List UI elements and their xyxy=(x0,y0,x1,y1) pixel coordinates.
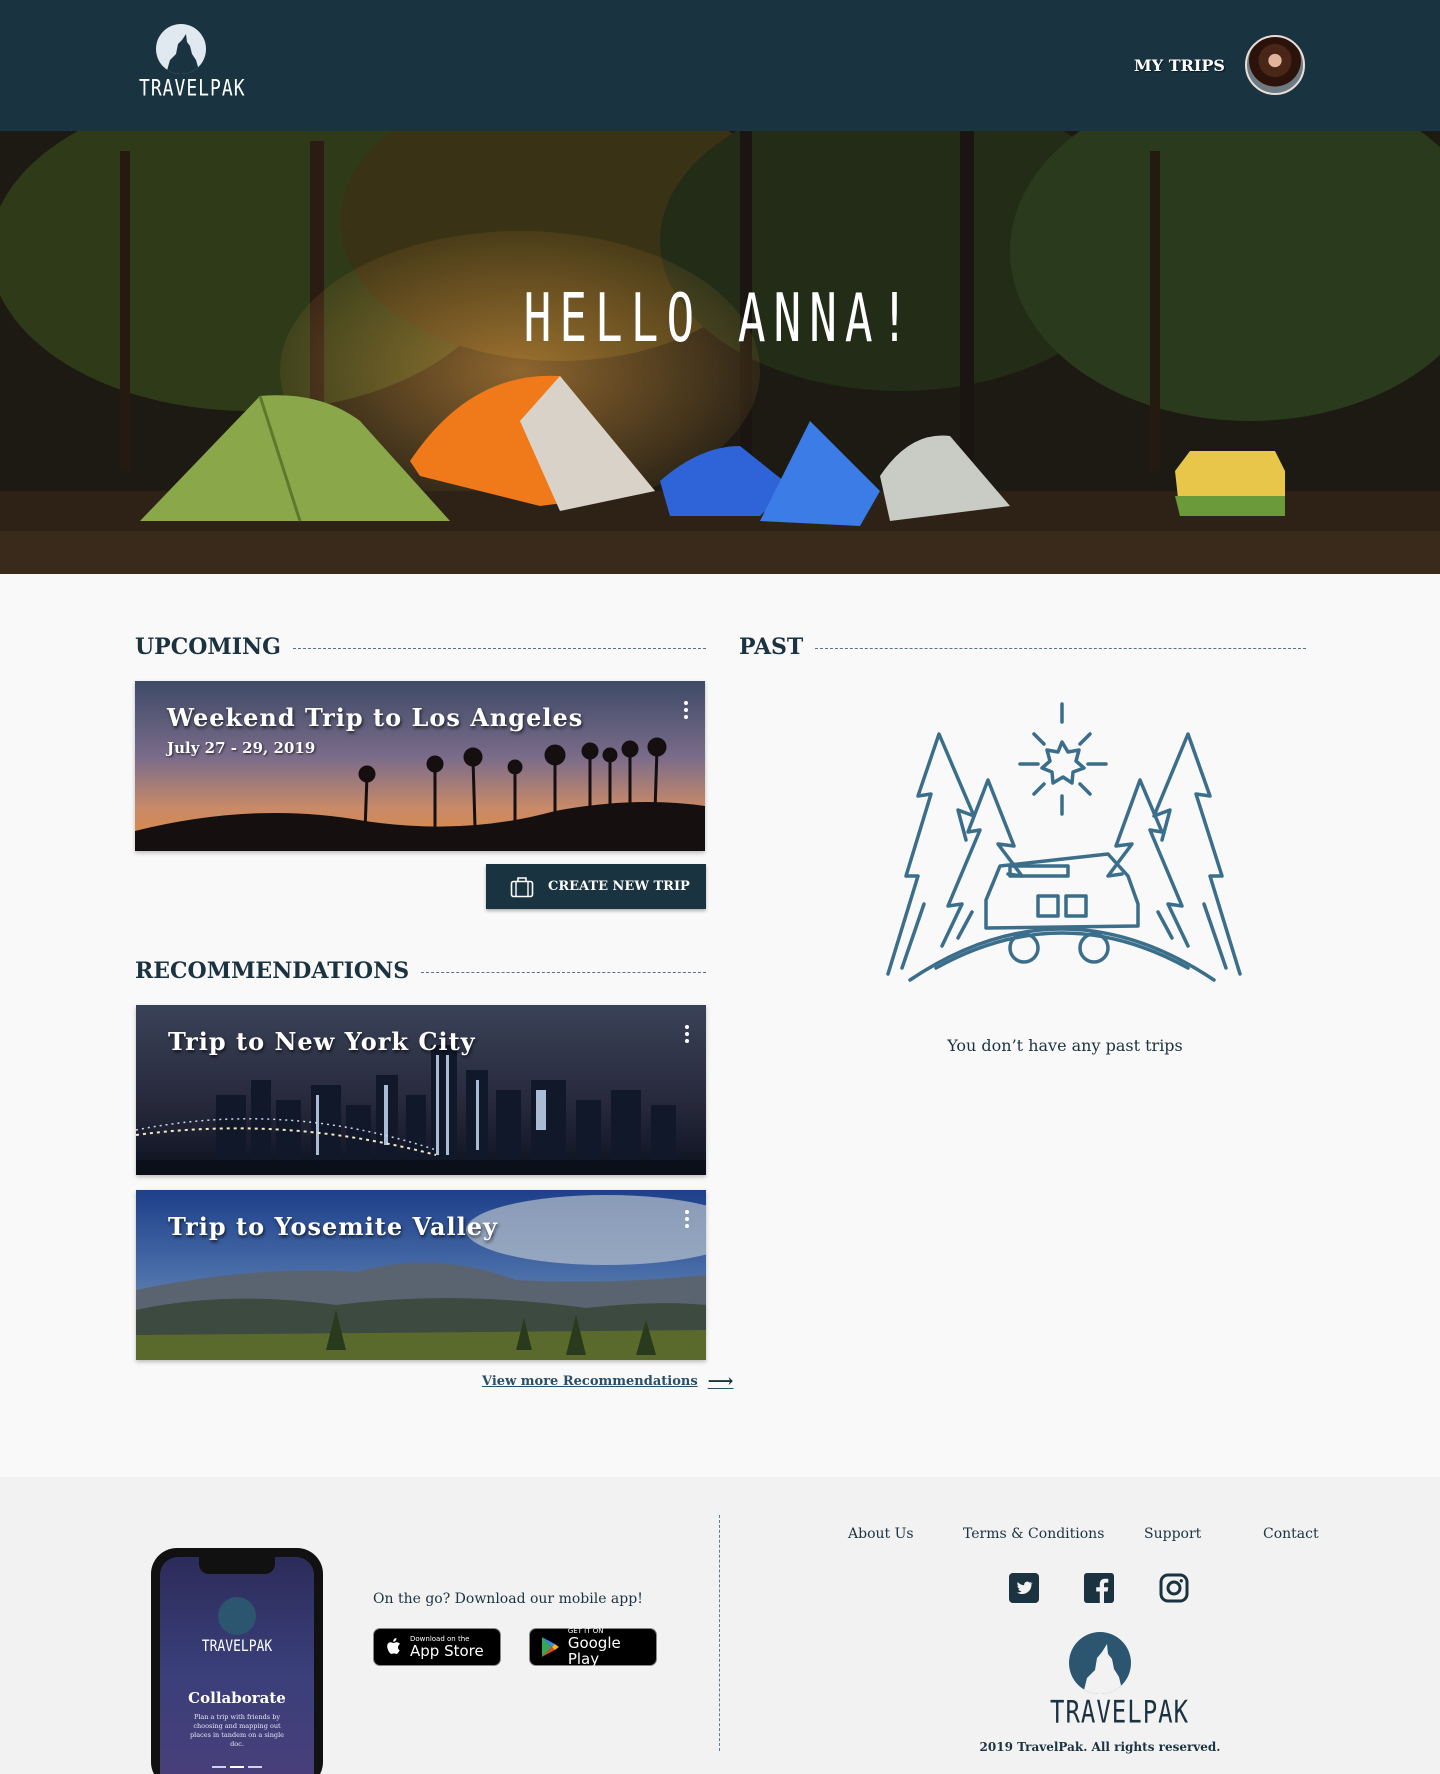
logo-text: TRAVELPAK xyxy=(139,75,246,102)
section-divider xyxy=(421,971,706,973)
footer-link-contact[interactable]: Contact xyxy=(1263,1526,1319,1542)
past-section-header: PAST xyxy=(739,634,1306,660)
recommendation-card-yosemite[interactable]: Trip to Yosemite Valley xyxy=(136,1190,706,1360)
recommendation-card-new-york[interactable]: Trip to New York City xyxy=(136,1005,706,1175)
trip-title: Weekend Trip to Los Angeles xyxy=(167,703,584,732)
footer-link-support[interactable]: Support xyxy=(1144,1526,1201,1542)
past-heading: PAST xyxy=(739,634,804,660)
instagram-icon[interactable] xyxy=(1159,1573,1189,1603)
more-options-icon[interactable] xyxy=(682,1210,692,1234)
more-options-icon[interactable] xyxy=(681,701,691,725)
user-avatar[interactable] xyxy=(1245,35,1305,95)
phone-notch xyxy=(199,1556,275,1574)
trip-title: Trip to New York City xyxy=(168,1027,476,1056)
recommendations-heading: RECOMMENDATIONS xyxy=(135,958,410,984)
footer-link-terms[interactable]: Terms & Conditions xyxy=(963,1526,1104,1542)
mobile-app-phone-mockup: TRAVELPAK Collaborate Plan a trip with f… xyxy=(151,1548,323,1774)
twitter-icon[interactable] xyxy=(1009,1573,1039,1603)
upcoming-heading: UPCOMING xyxy=(135,634,281,660)
wolf-moon-icon xyxy=(1069,1632,1131,1694)
recommendations-section-header: RECOMMENDATIONS xyxy=(135,958,706,984)
suitcase-icon xyxy=(510,876,534,897)
copyright-text: 2019 TravelPak. All rights reserved. xyxy=(979,1740,1221,1754)
footer-divider xyxy=(719,1515,720,1751)
app-store-big-text: App Store xyxy=(410,1642,484,1660)
hero-greeting: HELLO ANNA! xyxy=(523,278,917,358)
upcoming-trip-card-los-angeles[interactable]: Weekend Trip to Los Angeles July 27 - 29… xyxy=(135,681,705,851)
create-new-trip-button[interactable]: CREATE NEW TRIP xyxy=(486,864,706,909)
phone-app-logo: TRAVELPAK xyxy=(160,1597,314,1656)
view-more-label: View more Recommendations xyxy=(482,1374,698,1389)
google-play-icon xyxy=(541,1637,559,1657)
facebook-icon[interactable] xyxy=(1084,1573,1114,1603)
app-download-prompt: On the go? Download our mobile app! xyxy=(373,1591,643,1607)
apple-icon xyxy=(387,1638,400,1654)
footer-logo-text: TRAVELPAK xyxy=(1050,1693,1190,1731)
arrow-right-icon: ⟶ xyxy=(707,1371,734,1392)
travelpak-logo[interactable]: TRAVELPAK xyxy=(139,24,245,102)
app-store-badge[interactable]: Download on the App Store xyxy=(373,1628,501,1666)
top-navigation-bar: TRAVELPAK MY TRIPS xyxy=(0,0,1440,131)
hero-banner: HELLO ANNA! xyxy=(0,131,1440,574)
section-divider xyxy=(292,647,706,649)
more-options-icon[interactable] xyxy=(682,1025,692,1049)
upcoming-section-header: UPCOMING xyxy=(135,634,706,660)
phone-screen: TRAVELPAK Collaborate Plan a trip with f… xyxy=(160,1557,314,1774)
nav-my-trips-link[interactable]: MY TRIPS xyxy=(1134,56,1225,75)
camper-van-forest-illustration xyxy=(886,702,1242,982)
view-more-recommendations-link[interactable]: View more Recommendations ⟶ xyxy=(482,1371,733,1392)
google-play-big-text: Google Play xyxy=(567,1634,621,1668)
trip-dates: July 27 - 29, 2019 xyxy=(167,739,316,757)
wolf-moon-icon xyxy=(156,24,206,74)
section-divider xyxy=(815,647,1306,649)
footer-travelpak-logo[interactable]: TRAVELPAK xyxy=(1050,1632,1188,1730)
wolf-moon-icon xyxy=(218,1597,256,1635)
phone-headline: Collaborate xyxy=(188,1689,286,1707)
phone-logo-text: TRAVELPAK xyxy=(201,1637,273,1656)
google-play-badge[interactable]: GET IT ON Google Play xyxy=(529,1627,657,1668)
phone-description: Plan a trip with friends by choosing and… xyxy=(189,1713,285,1748)
footer-link-about-us[interactable]: About Us xyxy=(848,1526,914,1542)
no-past-trips-message: You don’t have any past trips xyxy=(947,1036,1183,1055)
trip-title: Trip to Yosemite Valley xyxy=(168,1212,498,1241)
carousel-indicator xyxy=(160,1753,314,1772)
create-new-trip-label: CREATE NEW TRIP xyxy=(548,879,690,894)
